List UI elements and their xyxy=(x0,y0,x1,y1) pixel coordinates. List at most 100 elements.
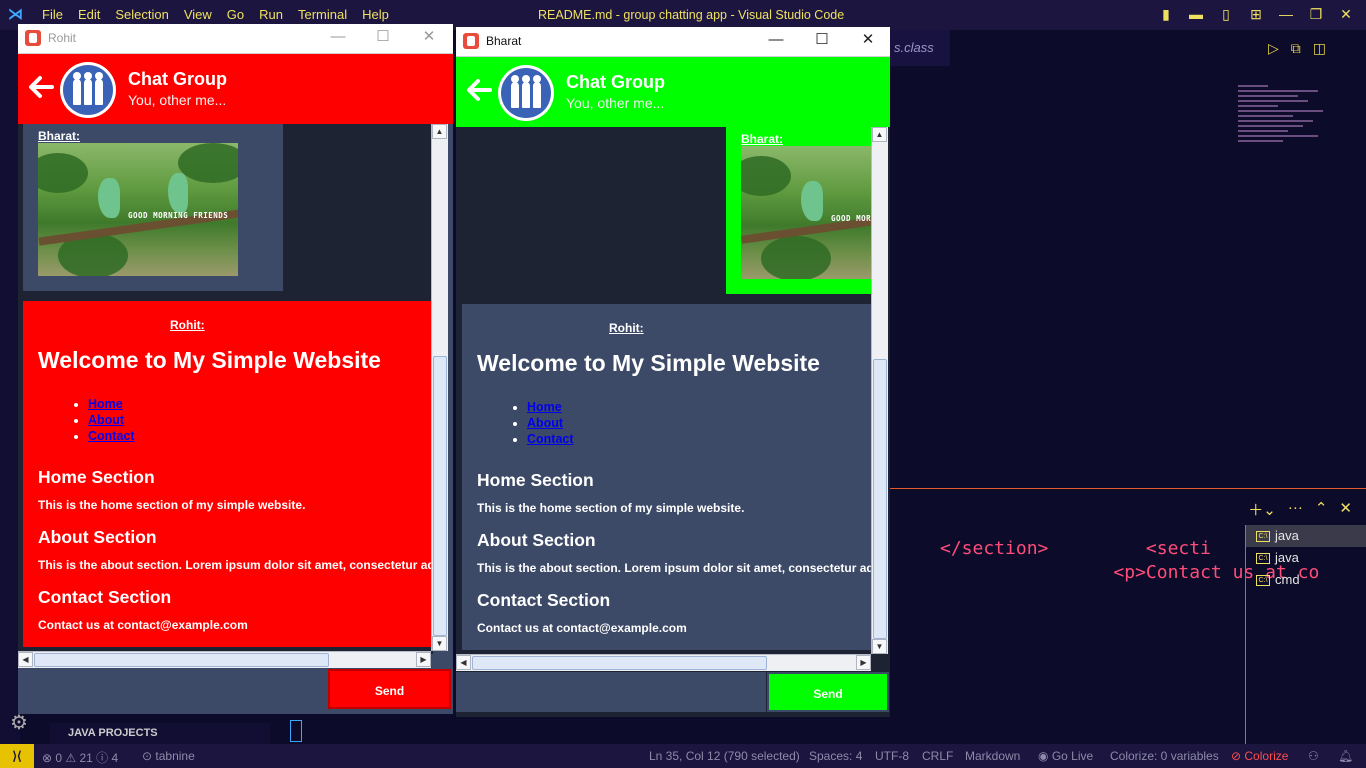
scroll-thumb[interactable] xyxy=(472,656,767,670)
maximize-panel-icon[interactable]: ⌃ xyxy=(1315,499,1328,520)
terminal-item[interactable]: C:\ java xyxy=(1246,547,1366,569)
terminal-icon: C:\ xyxy=(1256,574,1270,586)
back-arrow-icon[interactable] xyxy=(464,75,494,105)
nav-link-about[interactable]: About xyxy=(88,413,124,427)
colorize-label: Colorize xyxy=(1244,749,1289,763)
parrot-photo[interactable]: GOOD MORNING FRIENDS xyxy=(38,143,238,276)
send-label: Send xyxy=(813,687,843,701)
nav-link-home[interactable]: Home xyxy=(88,397,123,411)
scroll-thumb[interactable] xyxy=(433,356,447,636)
nav-link-home[interactable]: Home xyxy=(527,400,562,414)
restore-icon[interactable]: ❐ xyxy=(1306,6,1326,23)
minimap[interactable] xyxy=(1238,85,1328,165)
group-avatar[interactable] xyxy=(498,65,554,121)
group-people-icon xyxy=(63,65,113,115)
group-title: Chat Group xyxy=(566,72,665,92)
indent-status[interactable]: Spaces: 4 xyxy=(809,749,862,763)
scroll-up-icon[interactable]: ▲ xyxy=(432,124,447,139)
nav-link-about[interactable]: About xyxy=(527,416,563,430)
remote-indicator-icon[interactable]: ⟩⟨ xyxy=(0,744,34,768)
section-title: Contact Section xyxy=(477,590,611,610)
menu-file[interactable]: File xyxy=(42,7,63,22)
toggle-panel-icon[interactable]: ▬ xyxy=(1186,6,1206,23)
close-icon[interactable]: ✕ xyxy=(414,27,444,47)
group-avatar[interactable] xyxy=(60,62,116,118)
menu-help[interactable]: Help xyxy=(362,7,389,22)
terminal-item[interactable]: C:\ java xyxy=(1246,525,1366,547)
horizontal-scrollbar[interactable]: ◀ ▶ xyxy=(456,654,871,671)
nav-link-contact[interactable]: Contact xyxy=(88,429,135,443)
editor-tab[interactable]: s.class xyxy=(890,30,950,66)
toggle-secondary-sidebar-icon[interactable]: ▯ xyxy=(1216,6,1236,23)
nav-link-contact[interactable]: Contact xyxy=(527,432,574,446)
message-sender: Bharat: xyxy=(741,132,784,146)
vertical-scrollbar[interactable]: ▲ ▼ xyxy=(871,127,888,654)
window-title-bar: Rohit — ☐ ✕ xyxy=(18,24,453,54)
close-icon[interactable]: ✕ xyxy=(853,30,883,50)
vscode-window-title: README.md - group chatting app - Visual … xyxy=(538,8,845,22)
section-text: This is the about section. Lorem ipsum d… xyxy=(477,561,871,575)
scroll-left-icon[interactable]: ◀ xyxy=(456,655,471,670)
language-status[interactable]: Markdown xyxy=(965,749,1020,763)
minimize-icon[interactable]: — xyxy=(761,30,791,50)
more-actions-icon[interactable]: ··· xyxy=(1288,499,1303,520)
menu-selection[interactable]: Selection xyxy=(115,7,168,22)
minimize-icon[interactable]: — xyxy=(1276,6,1296,23)
menu-run[interactable]: Run xyxy=(259,7,283,22)
maximize-icon[interactable]: ☐ xyxy=(368,27,398,47)
scroll-thumb[interactable] xyxy=(34,653,329,667)
menu-terminal[interactable]: Terminal xyxy=(298,7,347,22)
notifications-bell-icon[interactable]: 🔔︎ xyxy=(1338,749,1353,763)
maximize-icon[interactable]: ☐ xyxy=(807,30,837,50)
horizontal-scrollbar[interactable]: ◀ ▶ xyxy=(18,651,431,668)
scroll-thumb[interactable] xyxy=(873,359,887,639)
menu-edit[interactable]: Edit xyxy=(78,7,100,22)
message-input[interactable] xyxy=(456,672,766,712)
message-input[interactable] xyxy=(18,669,328,709)
scroll-right-icon[interactable]: ▶ xyxy=(416,652,431,667)
minimize-icon[interactable]: — xyxy=(323,27,353,47)
menu-go[interactable]: Go xyxy=(227,7,244,22)
eol-status[interactable]: CRLF xyxy=(922,749,953,763)
colorize-vars-status[interactable]: Colorize: 0 variables xyxy=(1110,749,1219,763)
new-terminal-icon[interactable]: ＋⌄ xyxy=(1248,499,1276,520)
cursor-position-status[interactable]: Ln 35, Col 12 (790 selected) xyxy=(649,749,800,763)
scroll-left-icon[interactable]: ◀ xyxy=(18,652,33,667)
nav-item: Home xyxy=(527,399,574,415)
send-label: Send xyxy=(374,684,405,698)
chat-messages[interactable]: Bharat: GOOD MORNING FRIENDS Rohit: Welc… xyxy=(18,124,433,654)
layout-icon[interactable]: ⊞ xyxy=(1246,6,1266,23)
open-preview-icon[interactable]: ⧉ xyxy=(1291,40,1301,57)
chat-window-bharat: Bharat — ☐ ✕ Chat Group You, other me...… xyxy=(456,27,890,717)
scroll-down-icon[interactable]: ▼ xyxy=(432,636,447,651)
encoding-status[interactable]: UTF-8 xyxy=(875,749,909,763)
colorize-status[interactable]: ⊘ Colorize xyxy=(1231,749,1288,763)
close-icon[interactable]: ✕ xyxy=(1336,6,1356,23)
chat-messages[interactable]: Bharat: GOOD MORN Rohit: Welcome to My S… xyxy=(456,127,871,654)
editor-cursor-box xyxy=(290,720,302,742)
tabnine-status[interactable]: ⊙ tabnine xyxy=(142,749,195,763)
go-live-status[interactable]: ◉ Go Live xyxy=(1038,749,1093,763)
terminal-item-label: java xyxy=(1275,528,1299,543)
close-panel-icon[interactable]: ✕ xyxy=(1339,499,1352,520)
scroll-up-icon[interactable]: ▲ xyxy=(872,127,887,142)
scroll-down-icon[interactable]: ▼ xyxy=(872,639,887,654)
send-button[interactable]: Send xyxy=(767,672,889,712)
vscode-window-controls: ▮ ▬ ▯ ⊞ — ❐ ✕ xyxy=(1156,6,1356,23)
accounts-icon[interactable]: ⚇ xyxy=(1308,749,1319,763)
terminal-item[interactable]: C:\ cmd xyxy=(1246,569,1366,591)
tabnine-label: tabnine xyxy=(155,749,195,763)
html-message: Rohit: Welcome to My Simple Website Home… xyxy=(462,304,871,650)
back-arrow-icon[interactable] xyxy=(26,72,56,102)
problems-status[interactable]: ⊗ 0 ⚠ 21 ⓘ 4 xyxy=(42,749,118,766)
menu-view[interactable]: View xyxy=(184,7,212,22)
toggle-sidebar-icon[interactable]: ▮ xyxy=(1156,6,1176,23)
split-editor-icon[interactable]: ◫ xyxy=(1313,40,1326,57)
java-projects-section[interactable]: JAVA PROJECTS xyxy=(50,723,270,744)
parrot-photo[interactable]: GOOD MORN xyxy=(741,146,871,279)
group-title: Chat Group xyxy=(128,69,227,89)
scroll-right-icon[interactable]: ▶ xyxy=(856,655,871,670)
run-icon[interactable]: ▷ xyxy=(1268,40,1279,57)
send-button[interactable]: Send xyxy=(328,669,451,709)
vertical-scrollbar[interactable]: ▲ ▼ xyxy=(431,124,448,651)
